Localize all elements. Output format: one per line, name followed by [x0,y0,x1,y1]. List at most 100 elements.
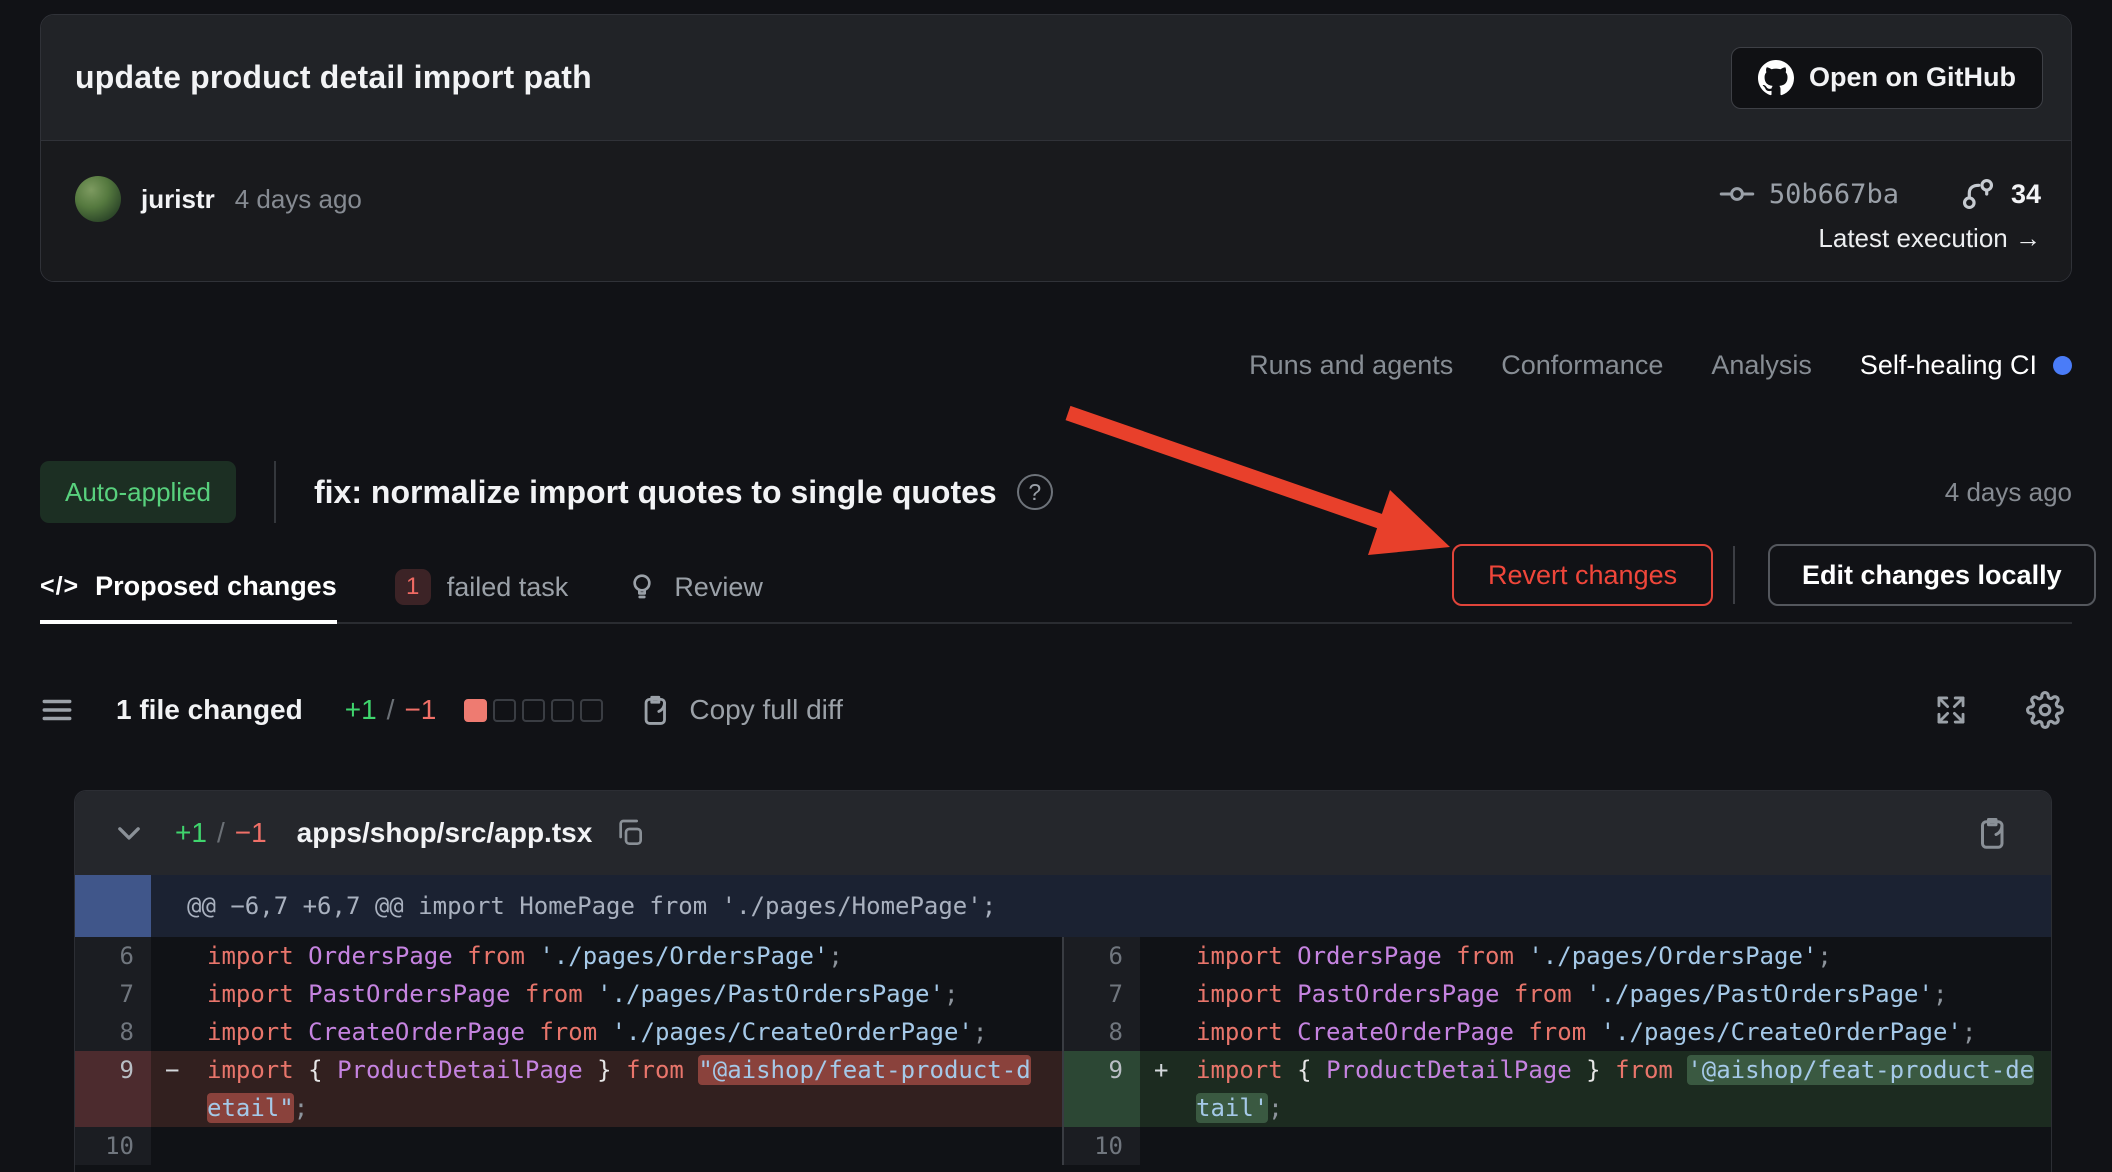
nav-item-self-healing-ci[interactable]: Self-healing CI [1860,350,2072,381]
diff-line: 7import PastOrdersPage from './pages/Pas… [75,975,1062,1013]
diff-line: 7import PastOrdersPage from './pages/Pas… [1064,975,2051,1013]
hunk-gutter [75,875,151,937]
latest-execution-link[interactable]: Latest execution → [1818,223,2041,254]
file-deletions: −1 [235,817,267,849]
divider [1733,546,1735,604]
diff-block [464,699,487,722]
diff-blocks-indicator [464,699,603,722]
code-content: import OrdersPage from './pages/OrdersPa… [151,937,1062,975]
top-nav: Runs and agents Conformance Analysis Self-h… [40,350,2072,381]
open-on-github-label: Open on GitHub [1809,62,2016,93]
commit-icon [1719,176,1755,212]
copy-path-icon[interactable] [614,817,646,849]
copy-file-diff-icon[interactable] [1975,815,2011,851]
diff-line: 9+import { ProductDetailPage } from '@ai… [1064,1051,2051,1127]
fix-time: 4 days ago [1945,477,2072,508]
page-title: update product detail import path [75,59,592,96]
nav-item-conformance[interactable]: Conformance [1501,350,1663,381]
file-additions: +1 [175,817,207,849]
fix-header-row: Auto-applied fix: normalize import quote… [40,460,2072,524]
commit-sha-chip[interactable]: 50b667ba [1719,176,1899,212]
author-info: juristr 4 days ago [75,175,362,223]
hunk-header: @@ −6,7 +6,7 @@ import HomePage from './… [151,875,2051,937]
line-number: 7 [75,975,151,1013]
code-content: +import { ProductDetailPage } from '@ais… [1140,1051,2051,1127]
files-changed-label: 1 file changed [116,694,303,726]
diff-line: 9−import { ProductDetailPage } from "@ai… [75,1051,1062,1127]
open-on-github-button[interactable]: Open on GitHub [1731,47,2043,109]
avatar[interactable] [75,176,121,222]
commit-title-row: update product detail import path Open o… [41,15,2071,141]
diff-block [580,699,603,722]
diff-line: 8import CreateOrderPage from './pages/Cr… [75,1013,1062,1051]
code-content: import PastOrdersPage from './pages/Past… [1140,975,2051,1013]
line-number: 9 [75,1051,151,1127]
nav-item-runs-and-agents[interactable]: Runs and agents [1249,350,1453,381]
fix-title: fix: normalize import quotes to single q… [314,474,997,511]
copy-full-diff-button[interactable]: Copy full diff [639,693,843,727]
diff-line: 6import OrdersPage from './pages/OrdersP… [75,937,1062,975]
diff-line: 10 [75,1127,1062,1165]
revert-changes-button[interactable]: Revert changes [1452,544,1713,606]
line-number: 8 [1064,1013,1140,1051]
line-number: 8 [75,1013,151,1051]
code-icon: </> [40,572,79,601]
commit-sha: 50b667ba [1769,179,1899,210]
hunk-header-row: @@ −6,7 +6,7 @@ import HomePage from './… [75,875,2051,937]
menu-icon[interactable] [40,693,74,727]
edit-changes-locally-button[interactable]: Edit changes locally [1768,544,2096,606]
diff-line: 8import CreateOrderPage from './pages/Cr… [1064,1013,2051,1051]
diff-block [551,699,574,722]
code-content: import CreateOrderPage from './pages/Cre… [151,1013,1062,1051]
failed-count-badge: 1 [395,569,431,605]
line-number: 9 [1064,1051,1140,1127]
code-content [1140,1127,2051,1165]
auto-applied-badge: Auto-applied [40,461,236,523]
diff-panel-new: 6import OrdersPage from './pages/OrdersP… [1064,937,2051,1165]
file-path: apps/shop/src/app.tsx [297,817,593,849]
additions-stat: +1 [345,694,377,726]
authored-time: 4 days ago [235,184,362,215]
code-content: import CreateOrderPage from './pages/Cre… [1140,1013,2051,1051]
self-healing-ci-page: update product detail import path Open o… [0,0,2112,1172]
author-name: juristr [141,184,215,215]
diff-file-card: +1 / −1 apps/shop/src/app.tsx @@ −6,7 +6… [74,790,2052,1172]
diff-marker: − [165,1051,179,1089]
help-icon[interactable]: ? [1017,474,1053,510]
diff-panels: 6import OrdersPage from './pages/OrdersP… [75,937,2051,1165]
diff-line: 10 [1064,1127,2051,1165]
execution-info: 50b667ba 34 Latest execution → [1719,175,2041,254]
github-icon [1758,60,1794,96]
diff-file-header: +1 / −1 apps/shop/src/app.tsx [75,791,2051,875]
deletions-stat: −1 [404,694,436,726]
diff-toolbar: 1 file changed +1 / −1 Copy full diff [40,672,2072,748]
line-number: 10 [75,1127,151,1165]
commit-header-card: update product detail import path Open o… [40,14,2072,282]
arrow-right-icon: → [2015,223,2041,253]
line-number: 6 [75,937,151,975]
execution-count-chip[interactable]: 34 [1959,175,2041,213]
tab-failed-task[interactable]: 1 failed task [395,552,569,622]
execution-number: 34 [2011,179,2041,210]
line-number: 10 [1064,1127,1140,1165]
expand-icon[interactable] [1934,693,1968,727]
git-compare-icon [1959,175,1997,213]
tab-review[interactable]: Review [626,552,763,622]
status-dot [2053,356,2072,375]
code-content: −import { ProductDetailPage } from "@ais… [151,1051,1062,1127]
diff-marker: + [1154,1051,1168,1089]
tab-proposed-changes[interactable]: </> Proposed changes [40,552,337,624]
commit-meta-row: juristr 4 days ago 50b667ba 34 [41,141,2071,281]
code-content: import PastOrdersPage from './pages/Past… [151,975,1062,1013]
code-content: import OrdersPage from './pages/OrdersPa… [1140,937,2051,975]
diff-line: 6import OrdersPage from './pages/OrdersP… [1064,937,2051,975]
diff-panel-old: 6import OrdersPage from './pages/OrdersP… [75,937,1062,1165]
diff-block [493,699,516,722]
gear-icon[interactable] [2026,691,2064,729]
line-number: 6 [1064,937,1140,975]
code-content [151,1127,1062,1165]
nav-item-analysis[interactable]: Analysis [1711,350,1812,381]
lightbulb-icon [626,571,658,603]
line-number: 7 [1064,975,1140,1013]
chevron-down-icon[interactable] [109,813,149,853]
